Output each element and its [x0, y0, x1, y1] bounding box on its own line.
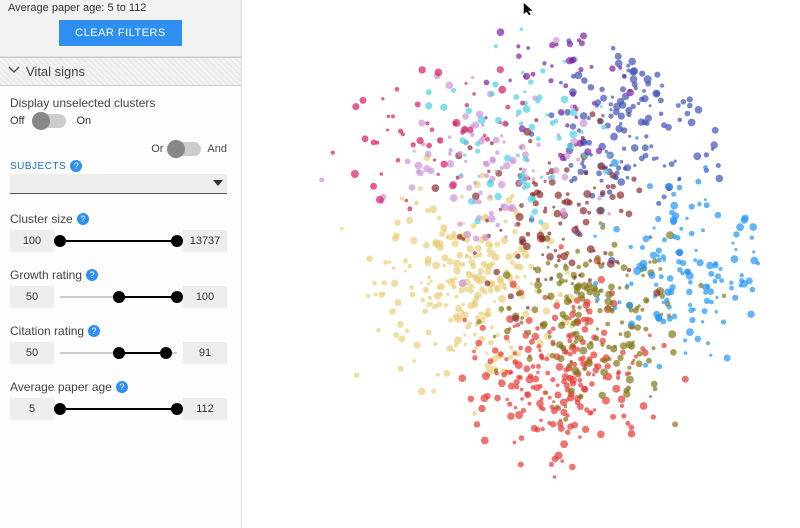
cluster-size-slider-group: Cluster size ? 100 13737 — [10, 212, 227, 252]
slider-label: Growth rating ? — [10, 268, 227, 282]
growth-rating-slider[interactable] — [60, 286, 177, 308]
clear-filters-wrap: CLEAR FILTERS — [8, 20, 233, 46]
subjects-logic-row: Or And — [10, 142, 227, 156]
clear-filters-button[interactable]: CLEAR FILTERS — [59, 20, 182, 46]
subjects-label-row: SUBJECTS ? — [10, 160, 227, 172]
slider-max-value[interactable]: 13737 — [183, 230, 227, 252]
filter-summary: Average paper age: 5 to 112 CLEAR FILTER… — [0, 0, 241, 57]
subjects-label: SUBJECTS — [10, 161, 66, 172]
slider-label-text: Average paper age — [10, 380, 112, 394]
slider-max-value[interactable]: 100 — [183, 286, 227, 308]
vital-signs-accordion-header[interactable]: Vital signs — [0, 57, 241, 86]
subjects-select[interactable] — [10, 174, 227, 194]
slider-label: Citation rating ? — [10, 324, 227, 338]
toggle-knob — [167, 140, 185, 158]
citation-rating-slider[interactable] — [60, 342, 177, 364]
and-label: And — [207, 143, 227, 155]
slider-row: 5 112 — [10, 398, 227, 420]
slider-min-value[interactable]: 50 — [10, 286, 54, 308]
summary-line: Average paper age: 5 to 112 — [8, 2, 233, 14]
scatter-panel[interactable] — [242, 0, 800, 528]
cluster-scatter[interactable] — [242, 0, 800, 528]
help-icon[interactable]: ? — [77, 213, 89, 225]
display-unselected-toggle[interactable] — [34, 114, 66, 128]
avg-paper-age-slider-group: Average paper age ? 5 112 — [10, 380, 227, 420]
slider-row: 50 91 — [10, 342, 227, 364]
slider-max-value[interactable]: 91 — [183, 342, 227, 364]
slider-label-text: Cluster size — [10, 212, 73, 226]
app-root: Average paper age: 5 to 112 CLEAR FILTER… — [0, 0, 800, 528]
slider-row: 100 13737 — [10, 230, 227, 252]
caret-down-icon — [213, 177, 223, 191]
vital-signs-panel: Display unselected clusters Off On Or An… — [0, 86, 241, 528]
chevron-down-icon — [8, 64, 20, 79]
slider-label: Average paper age ? — [10, 380, 227, 394]
toggle-on-label: On — [76, 115, 91, 127]
accordion-title: Vital signs — [26, 64, 85, 79]
toggle-knob — [32, 112, 50, 130]
display-unselected-label: Display unselected clusters — [10, 96, 227, 110]
slider-label-text: Citation rating — [10, 324, 84, 338]
citation-rating-slider-group: Citation rating ? 50 91 — [10, 324, 227, 364]
or-label: Or — [151, 143, 163, 155]
slider-min-value[interactable]: 5 — [10, 398, 54, 420]
avg-paper-age-slider[interactable] — [60, 398, 177, 420]
sidebar: Average paper age: 5 to 112 CLEAR FILTER… — [0, 0, 242, 528]
subjects-logic-toggle[interactable] — [169, 142, 201, 156]
slider-min-value[interactable]: 50 — [10, 342, 54, 364]
slider-max-value[interactable]: 112 — [183, 398, 227, 420]
help-icon[interactable]: ? — [86, 269, 98, 281]
help-icon[interactable]: ? — [88, 325, 100, 337]
slider-label-text: Growth rating — [10, 268, 82, 282]
slider-row: 50 100 — [10, 286, 227, 308]
toggle-off-label: Off — [10, 115, 24, 127]
cluster-size-slider[interactable] — [60, 230, 177, 252]
growth-rating-slider-group: Growth rating ? 50 100 — [10, 268, 227, 308]
slider-min-value[interactable]: 100 — [10, 230, 54, 252]
help-icon[interactable]: ? — [70, 160, 82, 172]
help-icon[interactable]: ? — [116, 381, 128, 393]
display-unselected-toggle-row: Off On — [10, 114, 227, 128]
slider-label: Cluster size ? — [10, 212, 227, 226]
